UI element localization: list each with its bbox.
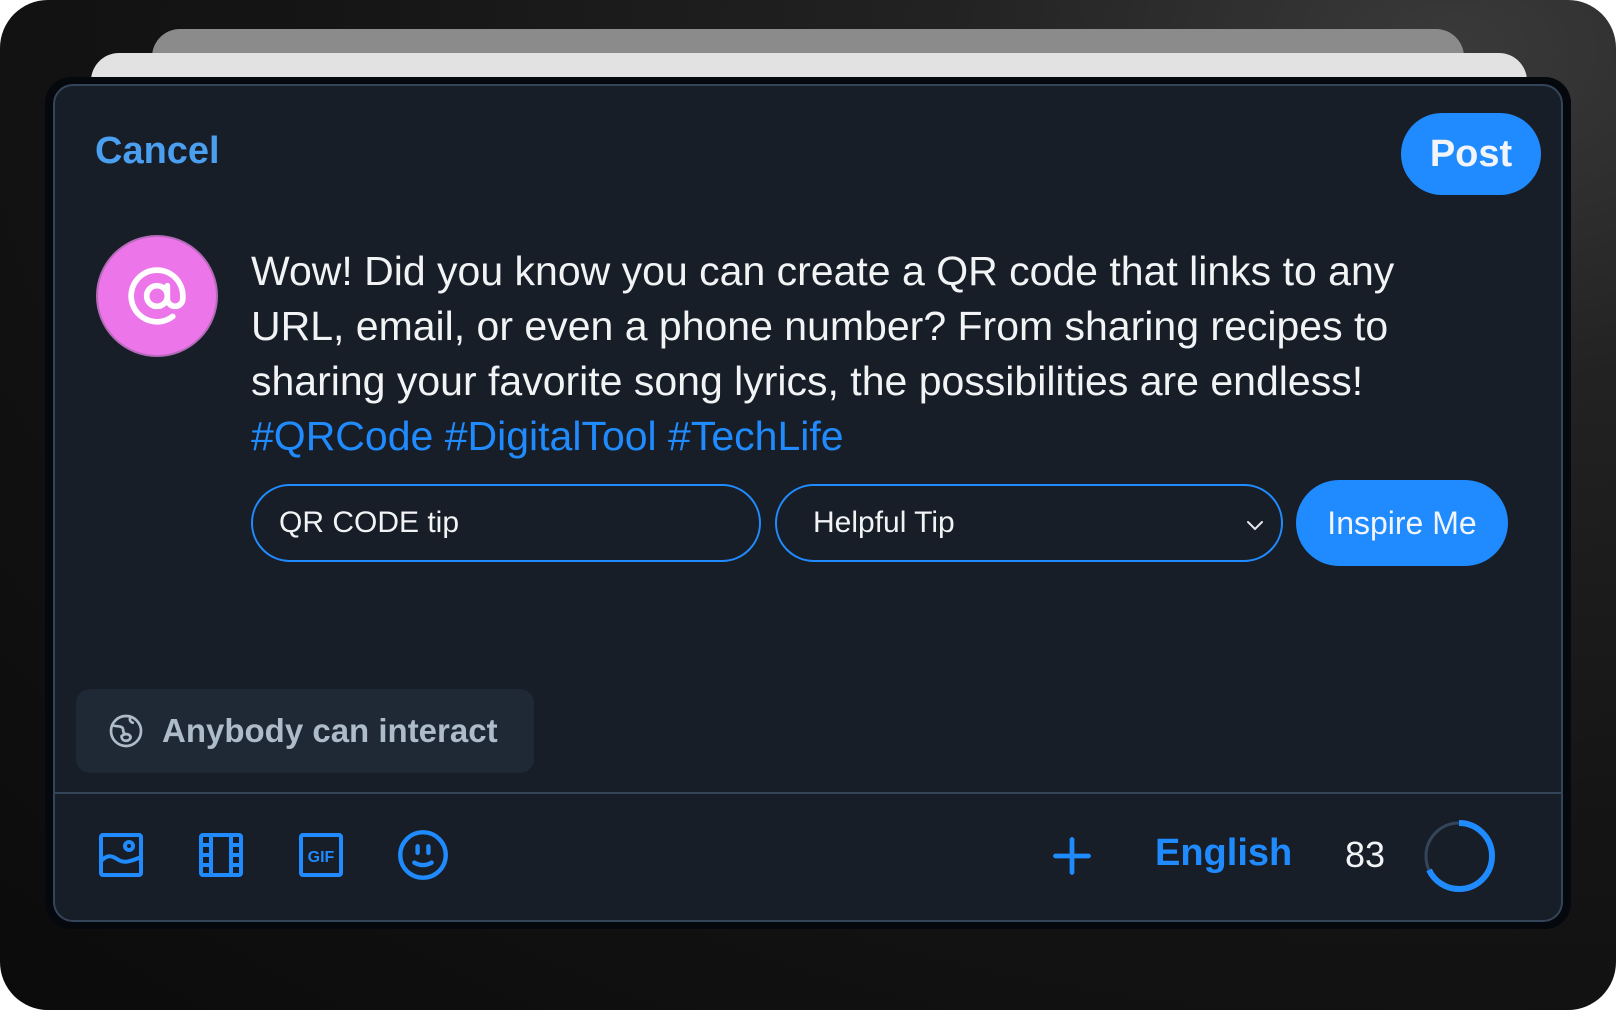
tone-select-value: Helpful Tip [813,506,955,539]
composer-toolbar: GIF English 83 [55,794,1561,920]
globe-icon [109,714,143,748]
post-text-area[interactable]: Wow! Did you know you can create a QR co… [251,244,1491,464]
topic-input[interactable] [251,484,761,562]
inspire-me-button[interactable]: Inspire Me [1296,480,1508,566]
language-selector[interactable]: English [1155,832,1292,875]
image-icon[interactable] [97,831,145,879]
window-frame: Cancel Post Wow! Did you know you can cr… [0,0,1616,1010]
post-button[interactable]: Post [1401,113,1541,195]
cancel-button[interactable]: Cancel [95,130,220,173]
post-hashtags[interactable]: #QRCode #DigitalTool #TechLife [251,413,844,459]
interaction-settings-button[interactable]: Anybody can interact [76,689,534,773]
ai-assist-controls: Helpful Tip Inspire Me [251,480,1508,566]
emoji-icon[interactable] [397,829,449,881]
character-progress-ring [1423,820,1495,892]
chevron-down-icon [1247,521,1263,531]
characters-remaining: 83 [1345,834,1386,875]
video-icon[interactable] [197,831,245,879]
interaction-settings-label: Anybody can interact [162,712,498,749]
at-sign-icon [128,267,186,325]
tone-select[interactable]: Helpful Tip [775,484,1283,562]
post-composer-modal: Cancel Post Wow! Did you know you can cr… [53,84,1563,922]
avatar [96,235,218,357]
plus-icon[interactable] [1050,834,1094,878]
gif-icon[interactable]: GIF [297,831,345,879]
post-body: Wow! Did you know you can create a QR co… [251,248,1395,404]
svg-text:GIF: GIF [308,849,335,866]
